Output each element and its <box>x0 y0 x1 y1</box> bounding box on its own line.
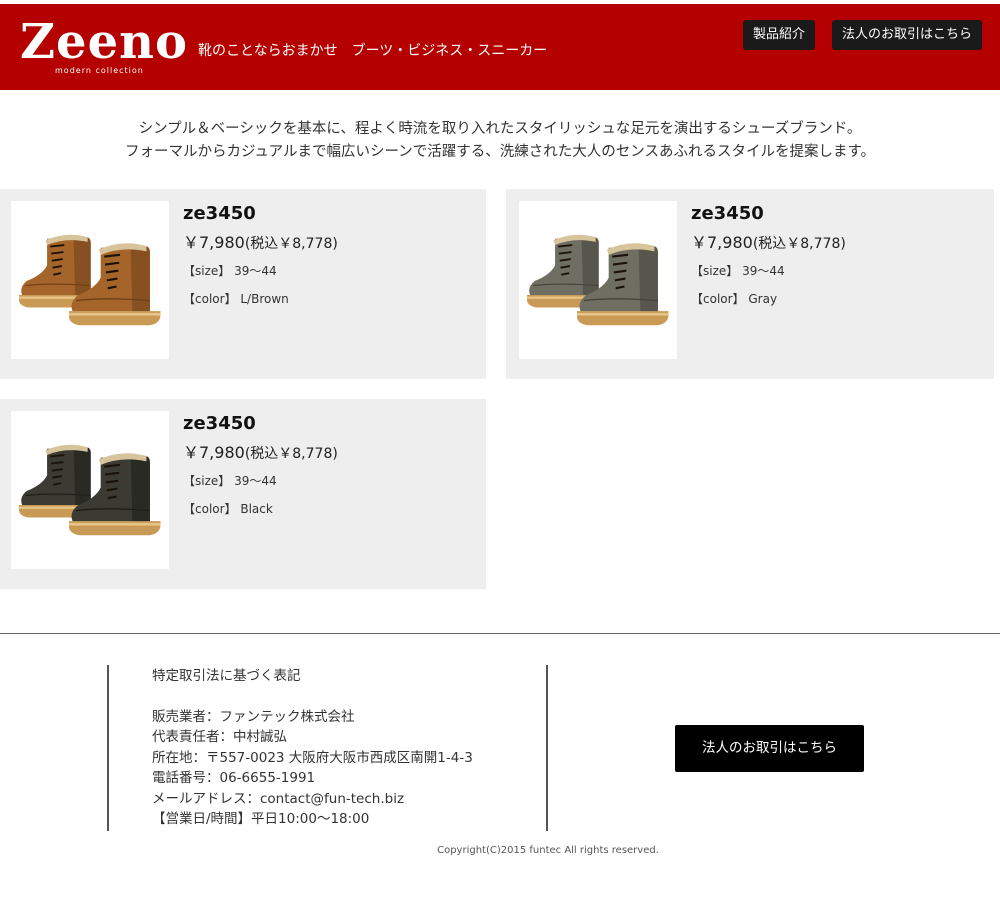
boot-image <box>19 444 161 536</box>
business-hours: 【営業日/時間】平日10:00～18:00 <box>152 811 370 827</box>
boot-image <box>19 234 161 326</box>
brand-logo-subtitle: modern collection <box>55 66 144 75</box>
brand-intro: シンプル＆ベーシックを基本に、程よく時流を取り入れたスタイリッシュな足元を演出す… <box>0 118 1000 164</box>
site-header: Zeeno modern collection 靴のことならおまかせ ブーツ・ビ… <box>0 4 1000 90</box>
nav-corporate-button[interactable]: 法人のお取引はこちら <box>832 20 983 50</box>
manager: 代表責任者：中村誠弘 <box>152 729 287 745</box>
product-image[interactable] <box>11 201 169 359</box>
price-tax-included: (税込￥8,778) <box>752 236 846 252</box>
product-card[interactable]: ze3450 ￥7,980(税込￥8,778) 【size】 39～44 【co… <box>0 399 486 589</box>
nav-products-button[interactable]: 製品紹介 <box>743 20 816 50</box>
product-card[interactable]: ze3450 ￥7,980(税込￥8,778) 【size】 39～44 【co… <box>0 189 486 379</box>
product-size: 【size】 39～44 <box>691 264 785 278</box>
product-price: ￥7,980(税込￥8,778) <box>183 439 338 463</box>
product-size: 【size】 39～44 <box>183 264 277 278</box>
intro-line-1: シンプル＆ベーシックを基本に、程よく時流を取り入れたスタイリッシュな足元を演出す… <box>138 121 862 137</box>
header-tagline: 靴のことならおまかせ ブーツ・ビジネス・スニーカー <box>198 43 548 59</box>
boot-image <box>527 234 669 326</box>
product-price: ￥7,980(税込￥8,778) <box>183 229 338 253</box>
intro-line-2: フォーマルからカジュアルまで幅広いシーンで活躍する、洗練された大人のセンスあふれ… <box>124 144 876 160</box>
brand-logo[interactable]: Zeeno <box>20 18 188 66</box>
seller: 販売業者：ファンテック株式会社 <box>152 708 355 725</box>
price-value: ￥7,980 <box>183 233 245 252</box>
product-code[interactable]: ze3450 <box>183 203 338 224</box>
legal-notice: 特定取引法に基づく表記 販売業者：ファンテック株式会社 代表責任者：中村誠弘 所… <box>152 666 473 830</box>
price-tax-included: (税込￥8,778) <box>244 446 338 462</box>
footer-divider <box>0 633 1000 634</box>
product-code[interactable]: ze3450 <box>691 203 846 224</box>
price-tax-included: (税込￥8,778) <box>244 236 338 252</box>
legal-title: 特定取引法に基づく表記 <box>152 668 301 684</box>
footer-left-rule <box>107 665 109 831</box>
phone: 電話番号：06-6655-1991 <box>152 770 316 786</box>
copyright: Copyright(C)2015 funtec All rights reser… <box>437 845 659 856</box>
product-image[interactable] <box>11 411 169 569</box>
corporate-inquiry-button[interactable]: 法人のお取引はこちら <box>675 725 864 772</box>
product-code[interactable]: ze3450 <box>183 413 338 434</box>
product-image[interactable] <box>519 201 677 359</box>
product-card[interactable]: ze3450 ￥7,980(税込￥8,778) 【size】 39～44 【co… <box>506 189 994 379</box>
footer-right-rule <box>546 665 548 831</box>
product-size: 【size】 39～44 <box>183 474 277 488</box>
price-value: ￥7,980 <box>691 233 753 252</box>
product-color: 【color】 Black <box>183 502 273 516</box>
address: 所在地：〒557-0023 大阪府大阪市西成区南開1-4-3 <box>152 749 473 766</box>
price-value: ￥7,980 <box>183 443 245 462</box>
product-color: 【color】 L/Brown <box>183 292 289 306</box>
product-price: ￥7,980(税込￥8,778) <box>691 229 846 253</box>
product-color: 【color】 Gray <box>691 292 778 306</box>
email: メールアドレス：contact@fun-tech.biz <box>152 790 405 807</box>
